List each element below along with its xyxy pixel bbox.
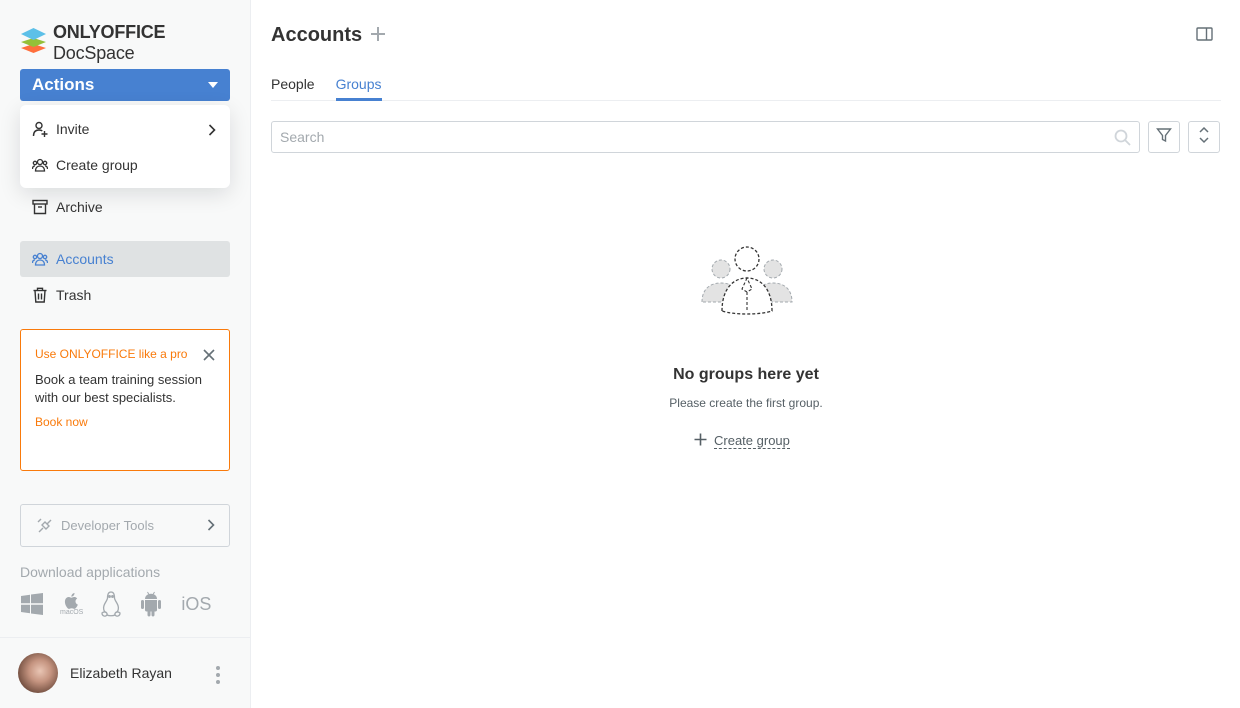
sidebar-item-trash[interactable]: Trash	[20, 277, 230, 313]
promo-body: Book a team training session with our be…	[35, 372, 202, 405]
user-name: Elizabeth Rayan	[70, 665, 172, 681]
dropdown-item-invite[interactable]: Invite	[20, 111, 230, 147]
add-icon[interactable]	[370, 26, 386, 47]
logo[interactable]: ONLYOFFICE DocSpace	[20, 22, 250, 64]
actions-label: Actions	[32, 75, 95, 94]
tabs: People Groups	[271, 72, 1221, 101]
accounts-icon	[32, 251, 48, 267]
sidebar-item-label: Archive	[56, 199, 103, 215]
macos-icon[interactable]: macOS	[60, 592, 83, 616]
sidebar-item-accounts[interactable]: Accounts	[20, 241, 230, 277]
tab-people[interactable]: People	[271, 72, 315, 101]
ios-icon[interactable]: iOS	[181, 594, 211, 615]
sidebar-item-label: Trash	[56, 287, 92, 303]
tab-groups[interactable]: Groups	[335, 72, 382, 101]
download-apps: macOS iOS	[20, 590, 227, 618]
chevron-right-icon	[207, 519, 215, 534]
trash-icon	[32, 287, 48, 303]
logo-product: DocSpace	[53, 43, 135, 63]
group-icon	[32, 157, 48, 173]
promo-book-now-link[interactable]: Book now	[35, 415, 215, 429]
promo-title: Use ONLYOFFICE like a pro	[35, 347, 188, 361]
developer-tools-icon	[37, 518, 53, 534]
download-applications-label: Download applications	[20, 564, 161, 580]
sidebar-item-label: Accounts	[56, 251, 114, 267]
android-icon[interactable]	[139, 591, 163, 617]
search-box	[271, 121, 1140, 153]
archive-icon	[32, 199, 48, 215]
info-panel-toggle-icon[interactable]	[1196, 27, 1213, 46]
dropdown-item-label: Create group	[56, 157, 138, 173]
actions-dropdown: Invite Create group	[20, 105, 230, 188]
dropdown-item-label: Invite	[56, 121, 90, 137]
create-group-link[interactable]: Create group	[694, 433, 790, 449]
sidebar-item-archive[interactable]: Archive	[20, 189, 230, 225]
logo-brand: ONLYOFFICE	[53, 22, 166, 42]
windows-icon[interactable]	[20, 592, 44, 616]
caret-down-icon	[208, 82, 218, 88]
developer-tools-button[interactable]: Developer Tools	[20, 504, 230, 547]
chevron-right-icon	[208, 123, 216, 139]
linux-icon[interactable]	[99, 590, 123, 618]
page-title: Accounts	[271, 24, 363, 46]
invite-user-icon	[32, 121, 48, 137]
plus-icon	[694, 433, 707, 449]
promo-banner: Use ONLYOFFICE like a pro Book a team tr…	[20, 329, 230, 471]
sort-icon	[1198, 126, 1210, 149]
sidebar: ONLYOFFICE DocSpace Actions Invite Creat…	[0, 0, 251, 708]
avatar[interactable]	[18, 653, 58, 693]
actions-button[interactable]: Actions	[20, 69, 230, 101]
search-input[interactable]	[280, 129, 1100, 145]
close-icon[interactable]	[203, 348, 215, 361]
search-icon[interactable]	[1114, 129, 1131, 151]
empty-state-subtitle: Please create the first group.	[669, 396, 823, 410]
developer-tools-label: Developer Tools	[61, 518, 154, 533]
dropdown-item-create-group[interactable]: Create group	[20, 147, 230, 183]
create-group-link-label: Create group	[714, 433, 790, 449]
onlyoffice-logo-icon	[20, 28, 47, 58]
empty-state-title: No groups here yet	[673, 366, 819, 383]
user-bar: Elizabeth Rayan	[0, 637, 250, 708]
more-options-icon[interactable]	[216, 666, 220, 684]
macos-label: macOS	[60, 609, 84, 616]
filter-button[interactable]	[1148, 121, 1180, 153]
filter-icon	[1156, 127, 1172, 148]
sort-button[interactable]	[1188, 121, 1220, 153]
empty-groups-illustration	[700, 245, 794, 322]
